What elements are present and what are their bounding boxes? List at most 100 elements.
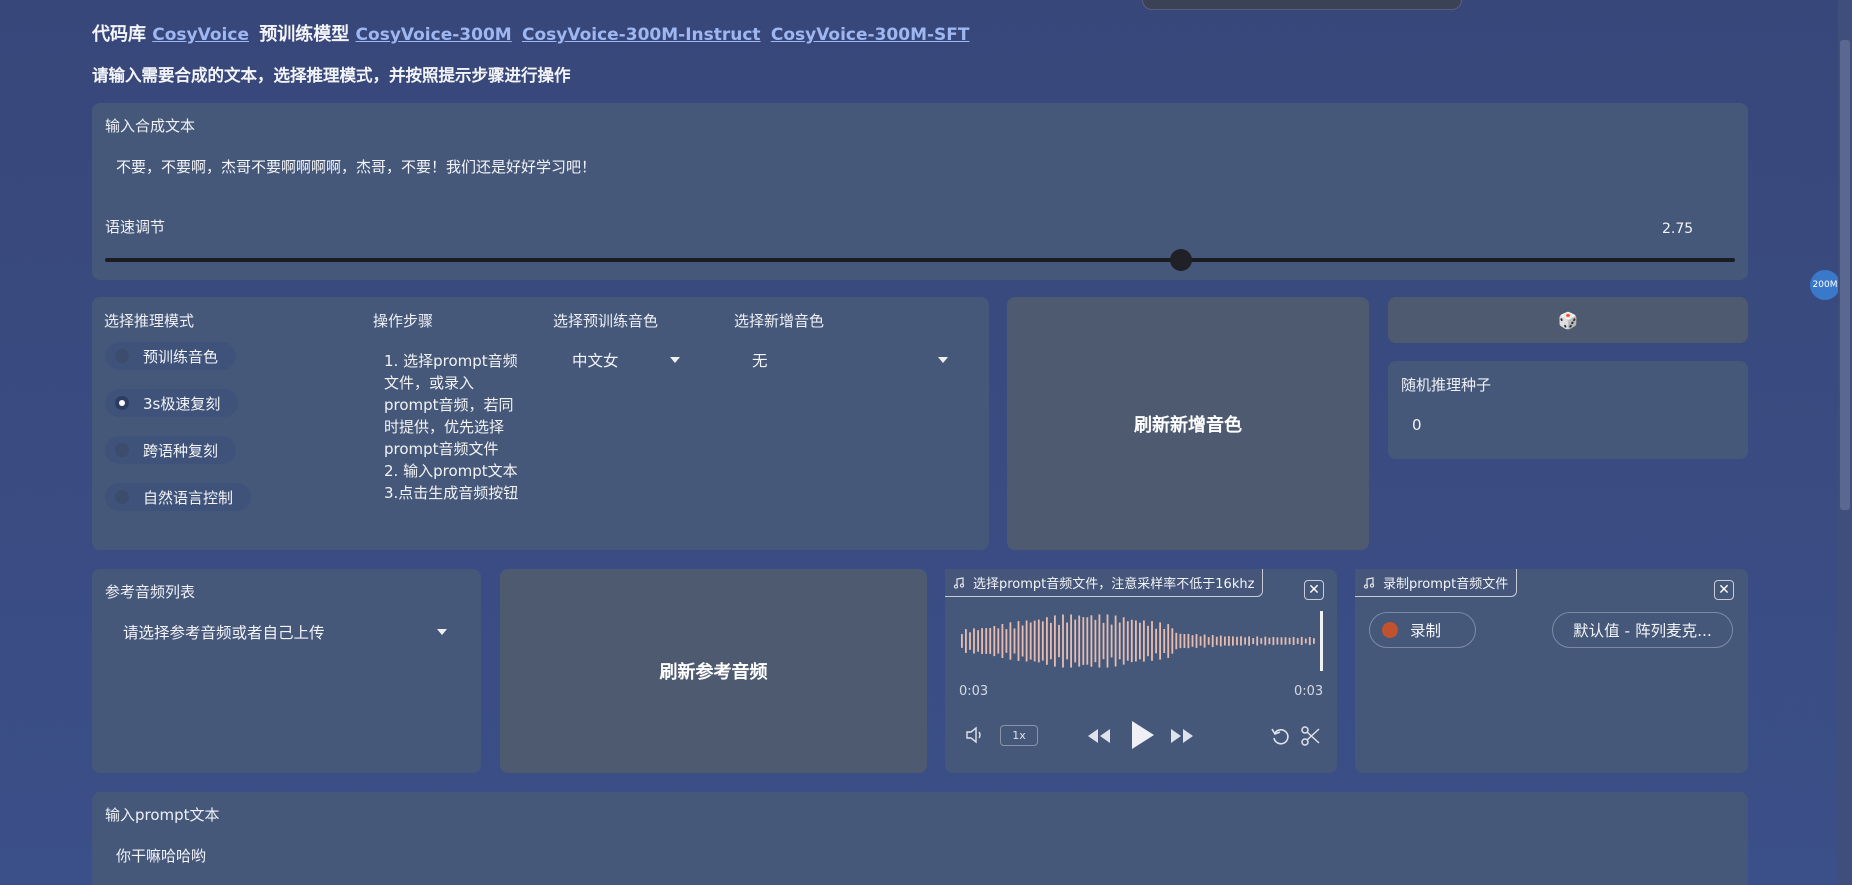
reference-audio-select[interactable]: 请选择参考音频或者自己上传	[123, 621, 447, 643]
random-seed-button[interactable]: 🎲	[1388, 297, 1748, 343]
waveform-bar	[1013, 628, 1016, 654]
record-tag: 录制prompt音频文件	[1355, 569, 1518, 597]
waveform-bar	[1106, 614, 1109, 668]
waveform-bar	[1300, 636, 1303, 645]
step-1: 1. 选择prompt音频文件，或录入prompt音频，若同时提供，优先选择pr…	[384, 352, 518, 458]
waveform-bar	[1086, 617, 1089, 665]
forward-icon[interactable]	[1168, 726, 1196, 746]
waveform-bar	[1005, 629, 1008, 653]
pretrained-voice-select[interactable]: 中文女	[572, 349, 680, 371]
playhead[interactable]	[1320, 611, 1323, 671]
model-link-300m[interactable]: CosyVoice-300M	[356, 25, 512, 45]
rewind-icon[interactable]	[1085, 726, 1113, 746]
waveform-bar	[1029, 622, 1032, 660]
waveform-bar	[1143, 620, 1145, 662]
record-button[interactable]: 录制	[1369, 612, 1476, 648]
waveform-bar	[961, 634, 963, 648]
pretrained-label: 预训练模型	[259, 24, 350, 45]
cosyvoice-link[interactable]: CosyVoice	[152, 25, 249, 45]
close-icon[interactable]: ✕	[1304, 580, 1324, 600]
waveform-bar	[1187, 633, 1190, 649]
reference-audio-value: 请选择参考音频或者自己上传	[123, 624, 325, 642]
waveform-bar	[1268, 637, 1271, 645]
mode-option-cross-lingual[interactable]: 跨语种复刻	[105, 436, 237, 464]
volume-icon[interactable]	[965, 725, 987, 745]
waveform-bar	[997, 628, 1000, 654]
waveform-bar	[1046, 617, 1048, 665]
waveform-bar	[1159, 622, 1161, 660]
waveform-bar	[1308, 637, 1311, 646]
synthesis-panel: 输入合成文本 不要，不要啊，杰哥不要啊啊啊啊，杰哥，不要！我们还是好好学习吧！ …	[92, 103, 1748, 280]
waveform-bar	[1094, 619, 1097, 663]
mode-option-pretrained[interactable]: 预训练音色	[105, 342, 237, 370]
chevron-down-icon	[938, 357, 948, 363]
music-note-icon	[953, 576, 965, 589]
prompt-text-input[interactable]: 你干嘛哈哈哟	[116, 845, 206, 866]
audio-waveform[interactable]	[959, 609, 1325, 673]
speed-slider-thumb[interactable]	[1169, 249, 1192, 271]
waveform-bar	[1288, 637, 1291, 645]
record-dot-icon	[1382, 622, 1398, 638]
waveform-bar	[1098, 614, 1101, 668]
waveform-bar	[1070, 614, 1072, 668]
waveform-bar	[973, 628, 975, 654]
mode-option-label: 3s极速复刻	[143, 394, 221, 413]
radio-dot	[115, 490, 129, 504]
new-voice-label: 选择新增音色	[734, 312, 825, 330]
waveform-bar	[1264, 636, 1267, 646]
waveform-bar	[1244, 637, 1246, 645]
play-icon[interactable]	[1128, 719, 1156, 751]
refresh-reference-button[interactable]: 刷新参考音频	[500, 569, 927, 773]
waveform-bar	[1304, 638, 1307, 644]
waveform-bar	[1066, 622, 1068, 660]
waveform-bar	[1025, 620, 1028, 662]
model-link-300m-instruct[interactable]: CosyVoice-300M-Instruct	[522, 25, 761, 45]
waveform-bar	[1248, 636, 1250, 646]
waveform-bar	[1147, 625, 1149, 657]
waveform-bar	[1175, 632, 1178, 650]
mode-option-label: 自然语言控制	[143, 488, 234, 507]
floating-badge[interactable]: 200M	[1810, 270, 1840, 300]
waveform-bar	[1228, 636, 1230, 646]
radio-dot	[115, 443, 129, 457]
waveform-bar	[1017, 621, 1020, 661]
waveform-bar	[1151, 621, 1153, 661]
scissors-icon[interactable]	[1300, 725, 1322, 747]
prompt-audio-tag-text: 选择prompt音频文件，注意采样率不低于16khz	[973, 577, 1255, 592]
waveform-bar	[1054, 615, 1056, 667]
microphone-select[interactable]: 默认值 - 阵列麦克...	[1552, 612, 1733, 648]
radio-dot-selected	[115, 396, 129, 410]
scrollbar-thumb[interactable]	[1840, 40, 1850, 510]
audio-time-current: 0:03	[959, 684, 989, 699]
waveform-bar	[1110, 624, 1113, 658]
seed-input[interactable]: 0	[1412, 416, 1422, 434]
reference-audio-label: 参考音频列表	[105, 583, 196, 601]
prompt-audio-panel: 选择prompt音频文件，注意采样率不低于16khz ✕ 0:03 0:03 1…	[945, 569, 1337, 773]
waveform-bar	[1292, 637, 1295, 645]
playback-speed-button[interactable]: 1x	[1000, 725, 1038, 746]
waveform-bar	[1280, 637, 1283, 645]
step-2: 2. 输入prompt文本	[384, 462, 518, 480]
model-link-300m-sft[interactable]: CosyVoice-300M-SFT	[771, 25, 970, 45]
step-3: 3.点击生成音频按钮	[384, 484, 519, 502]
steps-label: 操作步骤	[373, 312, 434, 330]
undo-icon[interactable]	[1270, 725, 1292, 747]
close-icon[interactable]: ✕	[1714, 580, 1734, 600]
speed-slider-track[interactable]	[105, 258, 1735, 262]
speed-value[interactable]: 2.75	[1662, 221, 1722, 237]
mode-option-3s-clone[interactable]: 3s极速复刻	[105, 389, 239, 417]
scrollbar-track[interactable]	[1838, 0, 1852, 885]
waveform-bar	[1191, 635, 1194, 647]
new-voice-select[interactable]: 无	[752, 349, 948, 371]
waveform-bar	[1167, 624, 1170, 658]
mode-option-instruct[interactable]: 自然语言控制	[105, 483, 252, 511]
header-links: 代码库 CosyVoice 预训练模型 CosyVoice-300M CosyV…	[92, 20, 974, 46]
waveform-bar	[1236, 636, 1238, 646]
top-popup-edge	[1142, 0, 1462, 10]
waveform-bar	[1313, 638, 1315, 644]
synthesis-text-input[interactable]: 不要，不要啊，杰哥不要啊啊啊啊，杰哥，不要！我们还是好好学习吧！	[116, 156, 596, 177]
refresh-voice-button[interactable]: 刷新新增音色	[1007, 297, 1369, 550]
seed-label: 随机推理种子	[1401, 376, 1492, 394]
waveform-bar	[981, 628, 983, 654]
mode-option-label: 跨语种复刻	[143, 441, 219, 460]
